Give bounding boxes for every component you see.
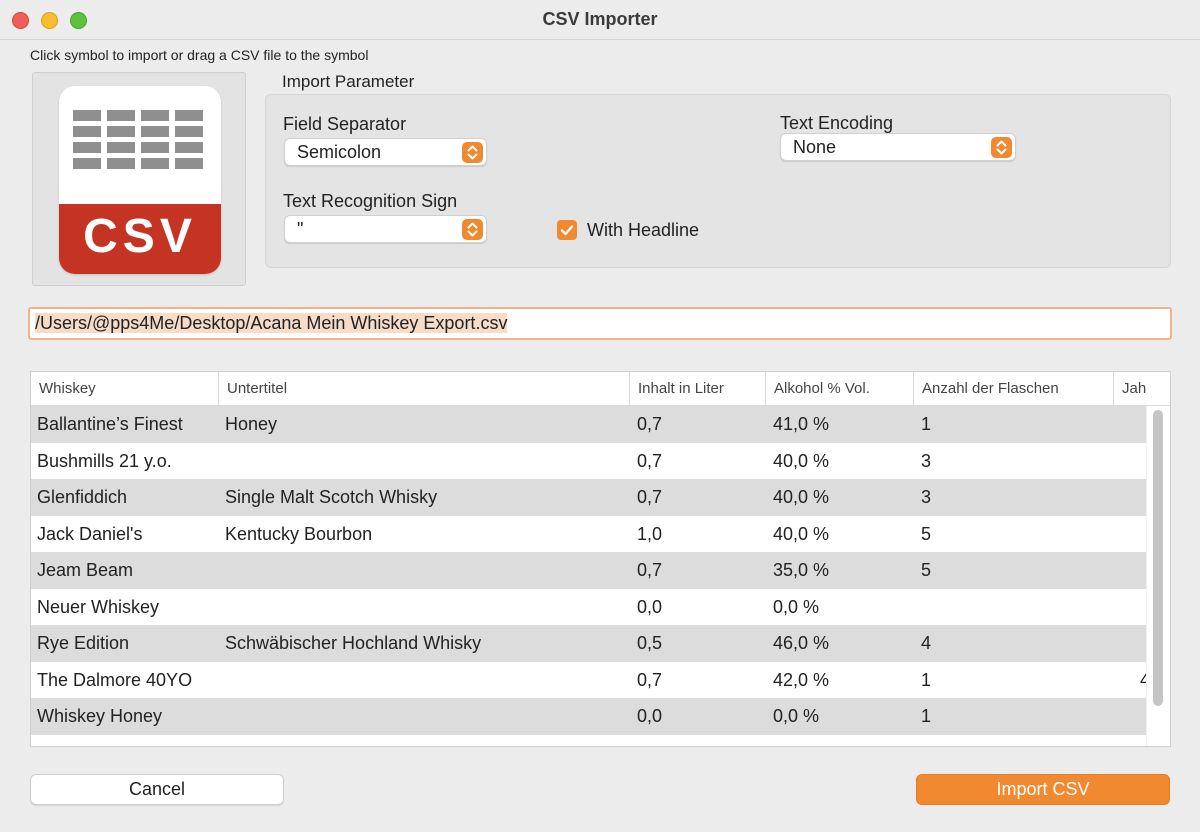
table-row[interactable]: Bushmills 21 y.o. 0,7 40,0 % 3 bbox=[31, 443, 1148, 480]
field-separator-label: Field Separator bbox=[283, 114, 407, 134]
text-recognition-select[interactable]: " bbox=[284, 215, 487, 243]
cell-alkohol: 46,0 % bbox=[773, 633, 830, 653]
cell-inhalt: 0,7 bbox=[637, 487, 663, 507]
column-header-alkohol[interactable]: Alkohol % Vol. bbox=[766, 372, 914, 406]
cell-anzahl: 1 bbox=[921, 414, 932, 434]
scrollbar-thumb[interactable] bbox=[1153, 410, 1163, 706]
cell-inhalt: 0,7 bbox=[637, 414, 663, 434]
chevron-updown-icon bbox=[462, 142, 483, 163]
cell-alkohol: 40,0 % bbox=[773, 487, 830, 507]
column-header-inhalt[interactable]: Inhalt in Liter bbox=[630, 372, 766, 406]
cell-whiskey: Jeam Beam bbox=[37, 560, 134, 580]
cancel-button[interactable]: Cancel bbox=[30, 774, 284, 805]
cell-whiskey: Whiskey Honey bbox=[37, 706, 163, 726]
field-separator-select[interactable]: Semicolon bbox=[284, 138, 487, 166]
chevron-updown-icon bbox=[462, 219, 483, 240]
csv-file-icon[interactable]: CSV bbox=[59, 86, 221, 274]
cell-anzahl: 3 bbox=[921, 487, 932, 507]
table-row[interactable]: Jeam Beam 0,7 35,0 % 5 bbox=[31, 552, 1148, 589]
cell-inhalt: 0,7 bbox=[637, 669, 663, 690]
cell-inhalt: 0,7 bbox=[637, 450, 663, 471]
cell-anzahl: 3 bbox=[921, 450, 932, 471]
with-headline-checkbox[interactable] bbox=[557, 220, 577, 240]
table-header: Whiskey Untertitel Inhalt in Liter Alkoh… bbox=[31, 372, 1170, 406]
table-row[interactable]: Rye Edition Schwäbischer Hochland Whisky 0… bbox=[31, 625, 1148, 662]
field-separator-value: Semicolon bbox=[297, 142, 382, 162]
cell-untertitel: Kentucky Bourbon bbox=[225, 523, 373, 544]
table-body: Ballantine’s Finest Honey 0,7 41,0 % 1 Bushmi… bbox=[31, 406, 1160, 735]
cell-untertitel: Single Malt Scotch Whisky bbox=[225, 487, 438, 507]
cell-whiskey: Bushmills 21 y.o. bbox=[37, 450, 172, 471]
column-header-whiskey[interactable]: Whiskey bbox=[31, 372, 219, 406]
checkmark-icon bbox=[560, 225, 574, 236]
table-row[interactable]: Neuer Whiskey 0,0 0,0 % bbox=[31, 589, 1148, 626]
table-row[interactable]: Whiskey Honey 0,0 0,0 % 1 bbox=[31, 698, 1148, 735]
text-encoding-select[interactable]: None bbox=[780, 133, 1016, 161]
cell-alkohol: 0,0 % bbox=[773, 596, 820, 617]
cell-alkohol: 0,0 % bbox=[773, 706, 820, 726]
cell-whiskey: Rye Edition bbox=[37, 633, 130, 653]
column-header-untertitel[interactable]: Untertitel bbox=[219, 372, 630, 406]
cell-anzahl: 4 bbox=[921, 633, 932, 653]
preview-table[interactable]: Whiskey Untertitel Inhalt in Liter Alkoh… bbox=[30, 371, 1171, 747]
column-header-jahr[interactable]: Jah bbox=[1114, 372, 1170, 406]
cell-inhalt: 0,5 bbox=[637, 633, 663, 653]
cell-whiskey: Jack Daniel's bbox=[37, 523, 143, 544]
cell-whiskey: Neuer Whiskey bbox=[37, 596, 160, 617]
cell-alkohol: 40,0 % bbox=[773, 523, 830, 544]
text-recognition-label: Text Recognition Sign bbox=[283, 191, 458, 211]
table-row[interactable]: The Dalmore 40YO0,742,0 %141 bbox=[31, 662, 1160, 699]
import-csv-button[interactable]: Import CSV bbox=[916, 774, 1170, 805]
table-row[interactable]: Glenfiddich Single Malt Scotch Whisky 0,7 4… bbox=[31, 479, 1148, 516]
cell-anzahl: 1 bbox=[921, 669, 932, 690]
cell-inhalt: 1,0 bbox=[637, 523, 663, 544]
cell-inhalt: 0,0 bbox=[637, 706, 663, 726]
file-path-field[interactable]: /Users/@pps4Me/Desktop/Acana Mein Whiske… bbox=[28, 307, 1172, 340]
table-row[interactable]: Jack Daniel's Kentucky Bourbon 1,0 40,0 % 5 bbox=[31, 516, 1148, 553]
cell-whiskey: Glenfiddich bbox=[37, 487, 128, 507]
cell-untertitel: Honey bbox=[225, 414, 278, 434]
table-grid-graphic bbox=[73, 110, 203, 169]
cell-alkohol: 42,0 % bbox=[773, 669, 830, 690]
vertical-scrollbar[interactable] bbox=[1146, 406, 1170, 746]
cell-anzahl: 5 bbox=[921, 560, 932, 580]
with-headline-label: With Headline bbox=[587, 220, 700, 240]
file-path-value: /Users/@pps4Me/Desktop/Acana Mein Whiske… bbox=[35, 313, 508, 333]
cell-whiskey: The Dalmore 40YO bbox=[37, 669, 193, 690]
import-parameter-heading: Import Parameter bbox=[282, 72, 415, 91]
column-header-anzahl[interactable]: Anzahl der Flaschen bbox=[914, 372, 1114, 406]
text-recognition-value: " bbox=[297, 219, 304, 239]
text-encoding-value: None bbox=[793, 137, 837, 157]
chevron-updown-icon bbox=[991, 137, 1012, 158]
cell-alkohol: 40,0 % bbox=[773, 450, 830, 471]
cell-alkohol: 41,0 % bbox=[773, 414, 830, 434]
text-encoding-label: Text Encoding bbox=[780, 113, 894, 133]
cell-anzahl: 1 bbox=[921, 706, 932, 726]
cell-inhalt: 0,0 bbox=[637, 596, 663, 617]
cell-anzahl: 5 bbox=[921, 523, 932, 544]
cell-alkohol: 35,0 % bbox=[773, 560, 830, 580]
window-title: CSV Importer bbox=[542, 9, 658, 29]
import-hint: Click symbol to import or drag a CSV fil… bbox=[30, 47, 369, 63]
cell-whiskey: Ballantine’s Finest bbox=[37, 414, 183, 434]
csv-icon-label: CSV bbox=[59, 204, 221, 274]
cell-untertitel: Schwäbischer Hochland Whisky bbox=[225, 633, 482, 653]
title-bar: CSV Importer bbox=[0, 0, 1200, 40]
table-row[interactable]: Ballantine’s Finest Honey 0,7 41,0 % 1 bbox=[31, 406, 1148, 443]
csv-drop-target[interactable]: CSV bbox=[32, 72, 246, 286]
cell-inhalt: 0,7 bbox=[637, 560, 663, 580]
